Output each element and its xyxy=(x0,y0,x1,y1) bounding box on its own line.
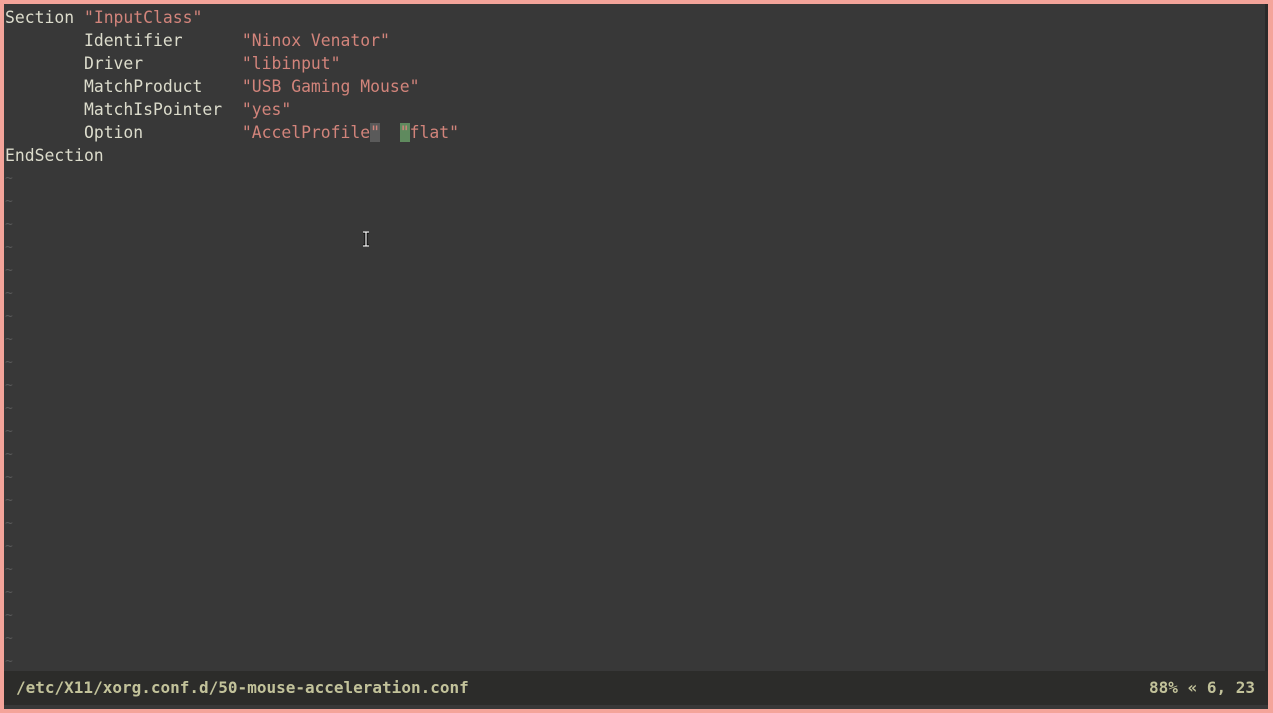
text-ibeam-cursor-icon xyxy=(363,231,369,247)
option-value-1: "AccelProfile xyxy=(241,123,371,142)
empty-line-tilde: ~ xyxy=(5,240,13,255)
matching-quote-highlight: " xyxy=(370,123,381,142)
config-key: Identifier xyxy=(83,31,183,50)
option-key: Option xyxy=(83,123,144,142)
vim-editor-buffer[interactable]: Section "InputClass" Identifier "Ninox V… xyxy=(5,6,1264,673)
empty-line-tilde: ~ xyxy=(5,424,13,439)
config-key: MatchProduct xyxy=(83,77,203,96)
empty-line-tilde: ~ xyxy=(5,516,13,531)
empty-line-tilde: ~ xyxy=(5,470,13,485)
status-file-path: /etc/X11/xorg.conf.d/50-mouse-accelerati… xyxy=(16,678,469,697)
config-value: "USB Gaming Mouse" xyxy=(241,77,420,96)
empty-line-markers: ~ ~ ~ ~ ~ ~ ~ ~ ~ ~ ~ ~ ~ ~ ~ ~ ~ ~ ~ ~ ~ ~ xyxy=(5,167,1264,673)
code-line[interactable]: MatchProduct "USB Gaming Mouse" xyxy=(5,75,1264,98)
empty-line-tilde: ~ xyxy=(5,585,13,600)
config-value: "Ninox Venator" xyxy=(241,31,390,50)
empty-line-tilde: ~ xyxy=(5,608,13,623)
empty-line-tilde: ~ xyxy=(5,493,13,508)
empty-line-tilde: ~ xyxy=(5,309,13,324)
code-line[interactable]: Driver "libinput" xyxy=(5,52,1264,75)
empty-line-tilde: ~ xyxy=(5,562,13,577)
config-key: Driver xyxy=(83,54,144,73)
code-line-endsection[interactable]: EndSection xyxy=(5,144,1264,167)
empty-line-tilde: ~ xyxy=(5,378,13,393)
status-bar: /etc/X11/xorg.conf.d/50-mouse-accelerati… xyxy=(4,671,1268,705)
config-key: MatchIsPointer xyxy=(83,100,223,119)
empty-line-tilde: ~ xyxy=(5,286,13,301)
empty-line-tilde: ~ xyxy=(5,631,13,646)
option-value-2: flat" xyxy=(409,123,459,142)
empty-line-tilde: ~ xyxy=(5,263,13,278)
empty-line-tilde: ~ xyxy=(5,194,13,209)
scrollbar[interactable] xyxy=(1265,4,1268,672)
code-line[interactable]: MatchIsPointer "yes" xyxy=(5,98,1264,121)
empty-line-tilde: ~ xyxy=(5,539,13,554)
code-lines: Section "InputClass" Identifier "Ninox V… xyxy=(5,6,1264,121)
empty-line-tilde: ~ xyxy=(5,447,13,462)
text-cursor: " xyxy=(399,123,410,142)
config-key: Section xyxy=(5,8,75,27)
config-value: "InputClass" xyxy=(83,8,203,27)
status-cursor-position: 88% « 6, 23 xyxy=(1149,678,1255,697)
code-line[interactable]: Section "InputClass" xyxy=(5,6,1264,29)
empty-line-tilde: ~ xyxy=(5,654,13,669)
config-value: "libinput" xyxy=(241,54,341,73)
code-line-option[interactable]: Option "AccelProfile" "flat" xyxy=(5,121,1264,144)
code-line[interactable]: Identifier "Ninox Venator" xyxy=(5,29,1264,52)
terminal-window: Section "InputClass" Identifier "Ninox V… xyxy=(4,4,1268,709)
empty-line-tilde: ~ xyxy=(5,332,13,347)
config-value: "yes" xyxy=(241,100,292,119)
empty-line-tilde: ~ xyxy=(5,217,13,232)
empty-line-tilde: ~ xyxy=(5,401,13,416)
empty-line-tilde: ~ xyxy=(5,171,13,186)
empty-line-tilde: ~ xyxy=(5,355,13,370)
